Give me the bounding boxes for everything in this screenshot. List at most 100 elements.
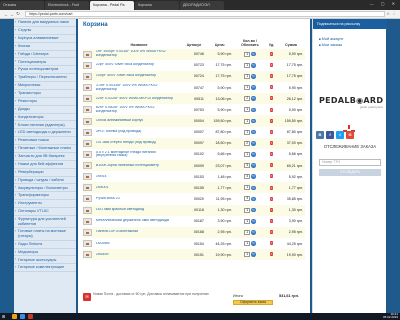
delete-icon[interactable]: ✕: [270, 241, 273, 246]
refresh-icon[interactable]: ↻: [251, 129, 256, 135]
quantity-input[interactable]: 1: [244, 51, 251, 57]
sidebar-category-item[interactable]: Гитарные комплектующие: [14, 264, 76, 273]
product-name-link[interactable]: 2N5459: [96, 253, 174, 257]
product-thumbnail[interactable]: [83, 217, 92, 225]
delete-icon[interactable]: ✕: [270, 141, 273, 146]
product-name-link[interactable]: Панель DIP-8 монтажная: [96, 230, 174, 234]
chrome-icon[interactable]: [20, 314, 25, 319]
refresh-icon[interactable]: ↻: [251, 152, 256, 157]
quantity-input[interactable]: 1: [244, 129, 251, 135]
product-thumbnail[interactable]: [83, 240, 92, 248]
sidebar-category-item[interactable]: Панели для вакуумных ламп: [14, 19, 76, 27]
sidebar-category-item[interactable]: Резисторы: [14, 98, 76, 106]
sidebar-category-item[interactable]: Провода / шнуры / кабели: [14, 177, 76, 185]
quantity-input[interactable]: 4: [244, 174, 251, 180]
delete-icon[interactable]: ✕: [270, 163, 273, 168]
delete-icon[interactable]: ✕: [270, 230, 273, 235]
sidebar-category-item[interactable]: Ножки для бей-эффектов: [14, 161, 76, 169]
sidebar-category-item[interactable]: Реверберации: [14, 169, 76, 177]
delete-icon[interactable]: ✕: [270, 85, 273, 90]
sidebar-category-item[interactable]: LED светодиоды и держатели: [14, 129, 76, 138]
twitter-icon[interactable]: t: [336, 131, 344, 139]
sidebar-category-item[interactable]: Гитарные аксессуары: [14, 256, 76, 265]
product-thumbnail[interactable]: [83, 128, 92, 136]
quantity-input[interactable]: 1: [244, 118, 251, 124]
explorer-icon[interactable]: [12, 314, 17, 319]
quantity-input[interactable]: 1: [244, 229, 251, 235]
delete-icon[interactable]: ✕: [270, 74, 273, 79]
sidebar-category-item[interactable]: Кнопки: [14, 43, 76, 51]
product-name-link[interactable]: 1nF 1000pF 0.001uF 100V 5% WIMA FKS2 кон…: [96, 50, 174, 58]
my-orders-link[interactable]: Мои заказы: [319, 43, 343, 47]
ttn-input[interactable]: Номер ТТН: [319, 159, 381, 166]
product-name-link[interactable]: 5.5 х 2.1 монтажное гнездо питания (внут…: [96, 151, 174, 159]
menu-icon[interactable]: ⋮: [391, 11, 397, 17]
sidebar-category-item[interactable]: Гнёзда / Штекера: [14, 51, 76, 59]
delete-icon[interactable]: ✕: [270, 252, 273, 257]
sidebar-category-item[interactable]: Инструменты: [14, 200, 76, 208]
quantity-input[interactable]: 1: [244, 85, 251, 91]
product-name-link[interactable]: Ручка Boss 23: [96, 197, 174, 201]
refresh-icon[interactable]: ↻: [251, 85, 256, 90]
sidebar-category-item[interactable]: Блоки питания (адаптеры): [14, 121, 76, 130]
sidebar-category-item[interactable]: Потенциометры: [14, 58, 76, 67]
product-name-link[interactable]: 100pF 500V Silver Mica конденсатор: [96, 74, 174, 78]
product-thumbnail[interactable]: [83, 84, 92, 92]
product-name-link[interactable]: 3PDT кнопка (под провода): [96, 130, 174, 134]
refresh-icon[interactable]: ↻: [251, 96, 256, 101]
browser-tab[interactable]: Electroshock - Fruit: [45, 1, 89, 10]
delete-icon[interactable]: ✕: [270, 185, 273, 190]
product-thumbnail[interactable]: [83, 95, 92, 103]
delete-icon[interactable]: ✕: [270, 152, 273, 157]
refresh-icon[interactable]: ↻: [251, 163, 256, 168]
product-thumbnail[interactable]: [83, 184, 92, 192]
quantity-input[interactable]: 1: [244, 73, 251, 79]
app-icon[interactable]: [28, 314, 33, 319]
my-account-link[interactable]: Мой аккаунт: [319, 37, 344, 41]
checkout-button[interactable]: Оформить заказ: [233, 300, 273, 305]
sidebar-category-item[interactable]: Ручки потенциометров: [14, 66, 76, 75]
sidebar-category-item[interactable]: Струны: [14, 27, 76, 35]
sidebar-category-item[interactable]: Аккумуляторы / Вольтметры: [14, 184, 76, 193]
quantity-input[interactable]: 1: [244, 185, 251, 191]
sidebar-category-item[interactable]: Транзисторы: [14, 90, 76, 98]
product-name-link[interactable]: 82nF 0.082uF 100V 5% WIMA FKS2 конденсат…: [96, 106, 174, 114]
quantity-input[interactable]: 1: [244, 207, 251, 213]
product-thumbnail[interactable]: [83, 106, 92, 114]
product-thumbnail[interactable]: [83, 117, 92, 125]
window-controls[interactable]: — ▢ ✕: [370, 1, 398, 6]
quantity-input[interactable]: 1: [244, 151, 251, 157]
delete-icon[interactable]: ✕: [270, 219, 273, 224]
delete-icon[interactable]: ✕: [270, 51, 273, 56]
product-name-link[interactable]: 1N4001: [96, 186, 174, 190]
windows-start-icon[interactable]: ⊞: [2, 314, 7, 319]
browser-tab[interactable]: Корзина: [135, 1, 179, 10]
refresh-icon[interactable]: ↻: [251, 196, 256, 202]
sidebar-category-item[interactable]: Медиаторы: [14, 249, 76, 257]
quantity-input[interactable]: 1: [244, 107, 251, 113]
delete-icon[interactable]: ✕: [270, 129, 273, 134]
refresh-icon[interactable]: ↻: [251, 118, 256, 124]
track-button[interactable]: ОТСЛЕДИТЬ: [319, 169, 381, 176]
sidebar-category-item[interactable]: Запчасти для 9В батареек: [14, 153, 76, 161]
product-name-link[interactable]: 3.3nF 0.0033uF 100V 5% WIMA FKS2 конденс…: [96, 84, 174, 92]
refresh-icon[interactable]: ↻: [251, 230, 256, 235]
delete-icon[interactable]: ✕: [270, 174, 273, 179]
delete-icon[interactable]: ✕: [270, 196, 273, 201]
product-thumbnail[interactable]: [83, 50, 92, 58]
facebook-icon[interactable]: f: [326, 131, 334, 139]
refresh-icon[interactable]: ↻: [251, 241, 256, 246]
refresh-icon[interactable]: ↻: [251, 107, 256, 113]
refresh-icon[interactable]: ↻: [251, 141, 256, 146]
refresh-icon[interactable]: ↻: [251, 63, 256, 68]
delete-icon[interactable]: ✕: [270, 96, 273, 101]
browser-tab[interactable]: ДВС/РАДИО/ЭЛ: [180, 1, 224, 10]
sidebar-category-item[interactable]: Тумблеры / Переключатели: [14, 74, 76, 82]
refresh-icon[interactable]: ↻: [251, 174, 256, 179]
sidebar-category-item[interactable]: Диоды: [14, 106, 76, 114]
quantity-input[interactable]: 3: [244, 163, 251, 169]
sidebar-category-item[interactable]: Трансформаторы: [14, 192, 76, 201]
sidebar-category-item[interactable]: Микросхемы: [14, 82, 76, 90]
sidebar-category-item[interactable]: Лады Sintoms: [14, 241, 76, 249]
refresh-icon[interactable]: ↻: [251, 219, 256, 224]
